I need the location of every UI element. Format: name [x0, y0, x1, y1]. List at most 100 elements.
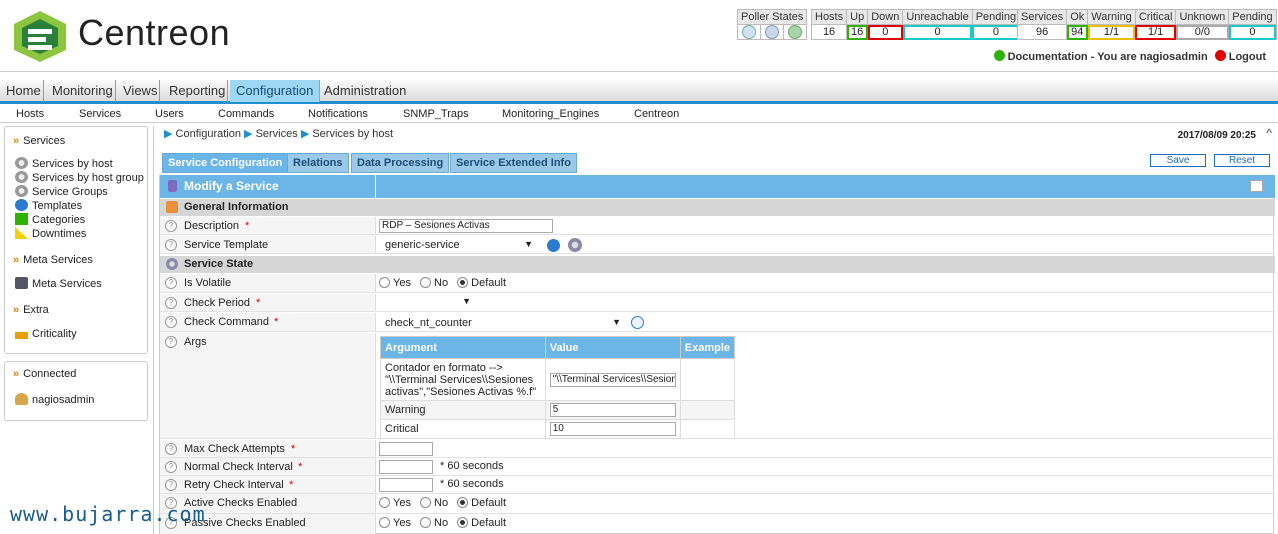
sidebar-item-meta-services[interactable]: Meta Services	[15, 277, 102, 290]
help-icon[interactable]: ?	[165, 316, 177, 328]
retry-interval-input[interactable]	[379, 478, 433, 492]
normal-interval-input[interactable]	[379, 460, 433, 474]
hosts-total[interactable]: 16	[810, 24, 848, 40]
submenu-notifications[interactable]: Notifications	[308, 108, 368, 120]
cube-icon	[15, 213, 28, 225]
hosts-unreachable[interactable]: 0	[902, 24, 973, 40]
info-icon[interactable]	[631, 316, 644, 329]
volatile-default[interactable]: Default	[457, 277, 506, 289]
args-header-example: Example	[679, 336, 736, 359]
save-button[interactable]: Save	[1150, 154, 1206, 167]
passive-yes[interactable]: Yes	[379, 517, 411, 529]
documentation-link[interactable]: Documentation	[1008, 51, 1088, 63]
tab-data-processing[interactable]: Data Processing	[351, 153, 450, 173]
help-icon[interactable]: ?	[165, 297, 177, 309]
active-default[interactable]: Default	[457, 497, 506, 509]
arg-counter-label: Contador en formato --> "\\Terminal Serv…	[380, 358, 546, 401]
tab-service-configuration[interactable]: Service Configuration	[162, 153, 289, 173]
info-icon[interactable]	[547, 239, 560, 252]
submenu-monitoring-engines[interactable]: Monitoring_Engines	[502, 108, 599, 120]
submenu-centreon[interactable]: Centreon	[634, 108, 679, 120]
help-icon[interactable]: ?	[165, 479, 177, 491]
menu-reporting[interactable]: Reporting	[167, 80, 229, 102]
collapse-icon[interactable]: ^	[1266, 126, 1272, 140]
help-icon[interactable]: ?	[165, 239, 177, 251]
poller-status-icon[interactable]	[736, 24, 762, 40]
check-command-select[interactable]: check_nt_counter ▼	[385, 317, 621, 329]
logout-icon[interactable]	[1214, 50, 1226, 61]
submenu-users[interactable]: Users	[155, 108, 184, 120]
poller-latency-icon[interactable]	[760, 24, 785, 40]
hosts-pending[interactable]: 0	[971, 24, 1021, 40]
sidebar-item-categories[interactable]: Categories	[15, 213, 85, 226]
tab-service-extended-info[interactable]: Service Extended Info	[450, 153, 577, 173]
state-section: Service State	[160, 256, 1275, 273]
connected-user[interactable]: nagiosadmin	[15, 393, 94, 406]
active-checks-radio-group: Yes No Default	[379, 497, 512, 509]
reset-button[interactable]: Reset	[1214, 154, 1270, 167]
help-icon[interactable]: ?	[165, 336, 177, 348]
arg-warning-input[interactable]: 5	[549, 403, 676, 417]
help-icon[interactable]: ?	[165, 277, 177, 289]
help-icon[interactable]: ?	[165, 220, 177, 232]
passive-default[interactable]: Default	[457, 517, 506, 529]
sidebar-meta-title: » Meta Services	[13, 254, 93, 266]
sidebar-item-service-groups[interactable]: Service Groups	[15, 185, 108, 198]
expand-icon[interactable]	[1250, 180, 1263, 192]
sidebar-item-downtimes[interactable]: Downtimes	[15, 227, 86, 240]
services-critical[interactable]: 1/1	[1134, 24, 1177, 40]
help-icon[interactable]: ?	[165, 443, 177, 455]
breadcrumb-services[interactable]: Services	[256, 128, 298, 140]
breadcrumb-configuration[interactable]: Configuration	[176, 128, 241, 140]
active-yes[interactable]: Yes	[379, 497, 411, 509]
services-pending[interactable]: 0	[1228, 24, 1277, 40]
database-icon	[168, 180, 177, 192]
check-period-select[interactable]: ▼	[379, 296, 471, 310]
poller-title: Poller States	[736, 9, 808, 25]
active-no[interactable]: No	[420, 497, 448, 509]
gear-icon[interactable]	[568, 238, 582, 252]
submenu-snmp-traps[interactable]: SNMP_Traps	[403, 108, 469, 120]
description-input[interactable]: RDP – Sesiones Activas	[379, 219, 553, 233]
poller-database-icon[interactable]	[783, 24, 808, 40]
critical-header: Critical	[1134, 9, 1177, 25]
menu-configuration[interactable]: Configuration	[230, 80, 321, 102]
breadcrumb-services-by-host[interactable]: Services by host	[312, 128, 393, 140]
sidebar-item-templates[interactable]: Templates	[15, 199, 82, 212]
sidebar-item-services-by-host[interactable]: Services by host	[15, 157, 113, 170]
tab-relations[interactable]: Relations	[287, 153, 349, 173]
submenu-hosts[interactable]: Hosts	[16, 108, 44, 120]
sidebar-item-criticality[interactable]: Criticality	[15, 327, 77, 340]
submenu-commands[interactable]: Commands	[218, 108, 274, 120]
menu-views[interactable]: Views	[121, 80, 161, 102]
template-select[interactable]: generic-service ▼	[385, 239, 533, 251]
form-title-bar: Modify a Service	[160, 175, 1275, 198]
services-unknown[interactable]: 0/0	[1175, 24, 1230, 40]
documentation-icon	[993, 50, 1005, 61]
submenu-services[interactable]: Services	[79, 108, 121, 120]
help-icon[interactable]: ?	[165, 461, 177, 473]
services-total[interactable]: 96	[1016, 24, 1068, 40]
arg-counter-input[interactable]: "\\Terminal Services\\Sesion	[549, 372, 676, 387]
passive-no[interactable]: No	[420, 517, 448, 529]
sidebar-item-services-by-hostgroup[interactable]: Services by host group	[15, 171, 144, 184]
connected-box: » Connected nagiosadmin	[4, 361, 148, 421]
watermark: www.bujarra.com	[10, 502, 206, 526]
menu-monitoring[interactable]: Monitoring	[50, 80, 116, 102]
max-attempts-input[interactable]	[379, 442, 433, 456]
row-retry-interval: ? Retry Check Interval * * 60 seconds	[160, 476, 1275, 494]
user-line: Documentation - You are nagiosadmin Logo…	[993, 50, 1266, 63]
hosts-up[interactable]: 16	[846, 24, 869, 40]
hosts-down[interactable]: 0	[867, 24, 904, 40]
logout-link[interactable]: Logout	[1229, 51, 1266, 63]
row-normal-interval: ? Normal Check Interval * * 60 seconds	[160, 458, 1275, 476]
connected-title: » Connected	[13, 368, 77, 380]
volatile-yes[interactable]: Yes	[379, 277, 411, 289]
services-ok[interactable]: 94	[1066, 24, 1089, 40]
sidebar-menu: » Services Services by host Services by h…	[4, 126, 148, 354]
menu-administration[interactable]: Administration	[322, 80, 408, 102]
volatile-no[interactable]: No	[420, 277, 448, 289]
services-warning[interactable]: 1/1	[1087, 24, 1136, 40]
menu-home[interactable]: Home	[4, 80, 44, 102]
arg-critical-input[interactable]: 10	[549, 422, 676, 436]
